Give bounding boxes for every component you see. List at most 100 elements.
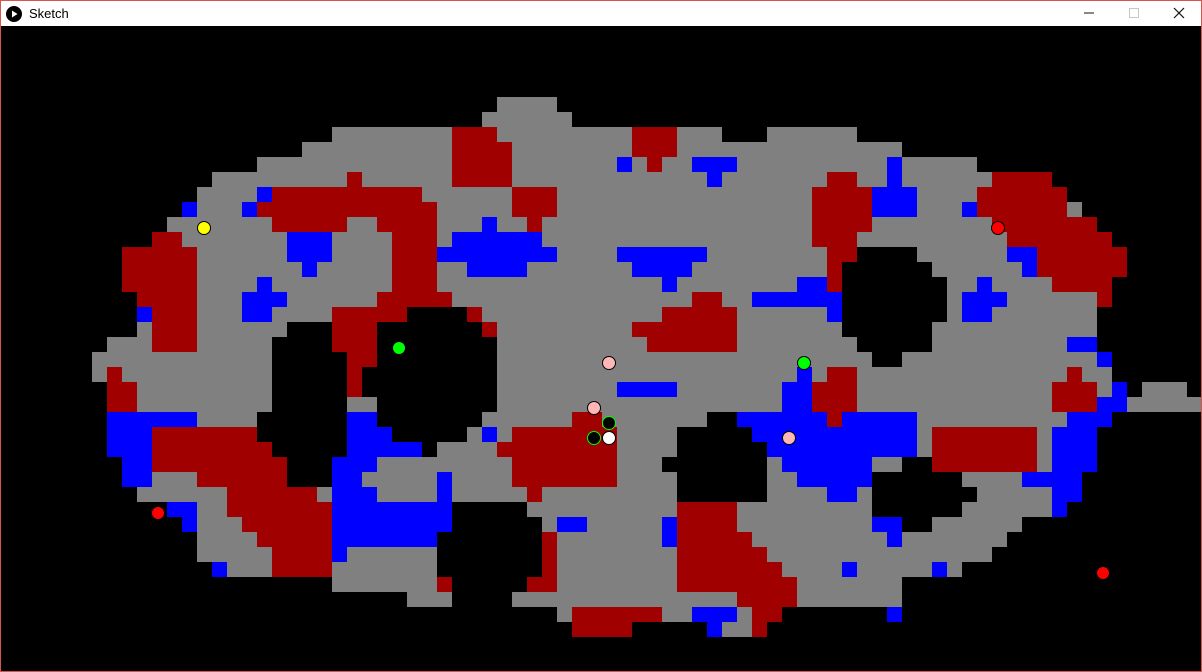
floor-tile bbox=[707, 127, 722, 142]
blue-territory-tile bbox=[137, 412, 152, 427]
floor-tile bbox=[827, 322, 842, 337]
floor-tile bbox=[542, 307, 557, 322]
floor-tile bbox=[1022, 487, 1037, 502]
floor-tile bbox=[677, 172, 692, 187]
minimize-button[interactable] bbox=[1066, 1, 1111, 26]
red-territory-tile bbox=[212, 427, 227, 442]
floor-tile bbox=[737, 187, 752, 202]
blue-territory-tile bbox=[1097, 352, 1112, 367]
floor-tile bbox=[692, 202, 707, 217]
red-territory-tile bbox=[527, 577, 542, 592]
red-territory-tile bbox=[1022, 442, 1037, 457]
close-button[interactable] bbox=[1156, 1, 1201, 26]
red-territory-tile bbox=[347, 352, 362, 367]
blue-territory-tile bbox=[482, 262, 497, 277]
floor-tile bbox=[557, 187, 572, 202]
floor-tile bbox=[197, 322, 212, 337]
floor-tile bbox=[782, 277, 797, 292]
red-territory-tile bbox=[827, 382, 842, 397]
red-territory-tile bbox=[467, 157, 482, 172]
floor-tile bbox=[752, 142, 767, 157]
floor-tile bbox=[632, 202, 647, 217]
floor-tile bbox=[212, 277, 227, 292]
blue-territory-tile bbox=[287, 232, 302, 247]
floor-tile bbox=[617, 412, 632, 427]
floor-tile bbox=[947, 277, 962, 292]
blue-territory-tile bbox=[362, 487, 377, 502]
floor-tile bbox=[977, 517, 992, 532]
floor-tile bbox=[752, 307, 767, 322]
red-territory-tile bbox=[182, 457, 197, 472]
red-territory-tile bbox=[662, 142, 677, 157]
floor-tile bbox=[542, 352, 557, 367]
game-canvas[interactable] bbox=[1, 26, 1201, 671]
floor-tile bbox=[467, 217, 482, 232]
floor-tile bbox=[632, 592, 647, 607]
floor-tile bbox=[242, 232, 257, 247]
blue-territory-tile bbox=[407, 532, 422, 547]
red-territory-tile bbox=[962, 442, 977, 457]
pink-agent bbox=[587, 401, 601, 415]
floor-tile bbox=[677, 397, 692, 412]
red-territory-tile bbox=[137, 292, 152, 307]
floor-tile bbox=[662, 412, 677, 427]
floor-tile bbox=[752, 367, 767, 382]
title-bar[interactable]: Sketch bbox=[1, 1, 1201, 26]
floor-tile bbox=[422, 142, 437, 157]
floor-tile bbox=[377, 262, 392, 277]
red-territory-tile bbox=[812, 397, 827, 412]
floor-tile bbox=[212, 232, 227, 247]
red-territory-tile bbox=[842, 247, 857, 262]
floor-tile bbox=[1007, 352, 1022, 367]
floor-tile bbox=[827, 157, 842, 172]
floor-tile bbox=[902, 157, 917, 172]
red-territory-tile bbox=[707, 547, 722, 562]
floor-tile bbox=[497, 112, 512, 127]
red-territory-tile bbox=[512, 187, 527, 202]
red-territory-tile bbox=[362, 352, 377, 367]
red-territory-tile bbox=[332, 337, 347, 352]
floor-tile bbox=[437, 277, 452, 292]
floor-tile bbox=[587, 187, 602, 202]
blue-territory-tile bbox=[662, 277, 677, 292]
floor-tile bbox=[542, 262, 557, 277]
floor-tile bbox=[752, 517, 767, 532]
blue-territory-tile bbox=[692, 157, 707, 172]
blue-territory-tile bbox=[872, 442, 887, 457]
floor-tile bbox=[197, 532, 212, 547]
floor-tile bbox=[797, 187, 812, 202]
red-territory-tile bbox=[662, 322, 677, 337]
floor-tile bbox=[227, 382, 242, 397]
floor-tile bbox=[332, 232, 347, 247]
floor-tile bbox=[962, 352, 977, 367]
floor-tile bbox=[692, 142, 707, 157]
blue-territory-tile bbox=[662, 532, 677, 547]
floor-tile bbox=[782, 172, 797, 187]
game-map[interactable] bbox=[1, 26, 1201, 671]
red-territory-tile bbox=[542, 577, 557, 592]
floor-tile bbox=[632, 187, 647, 202]
red-territory-tile bbox=[317, 517, 332, 532]
floor-tile bbox=[692, 382, 707, 397]
floor-tile bbox=[212, 502, 227, 517]
floor-tile bbox=[182, 487, 197, 502]
floor-tile bbox=[467, 427, 482, 442]
floor-tile bbox=[1022, 382, 1037, 397]
floor-tile bbox=[272, 232, 287, 247]
red-territory-tile bbox=[242, 517, 257, 532]
floor-tile bbox=[842, 142, 857, 157]
floor-tile bbox=[602, 172, 617, 187]
floor-tile bbox=[227, 232, 242, 247]
maximize-button[interactable] bbox=[1111, 1, 1156, 26]
red-territory-tile bbox=[812, 202, 827, 217]
red-territory-tile bbox=[677, 337, 692, 352]
floor-tile bbox=[872, 172, 887, 187]
floor-tile bbox=[467, 277, 482, 292]
floor-tile bbox=[482, 412, 497, 427]
floor-tile bbox=[632, 502, 647, 517]
floor-tile bbox=[287, 307, 302, 322]
blue-territory-tile bbox=[1052, 502, 1067, 517]
floor-tile bbox=[617, 142, 632, 157]
floor-tile bbox=[707, 217, 722, 232]
floor-tile bbox=[287, 157, 302, 172]
